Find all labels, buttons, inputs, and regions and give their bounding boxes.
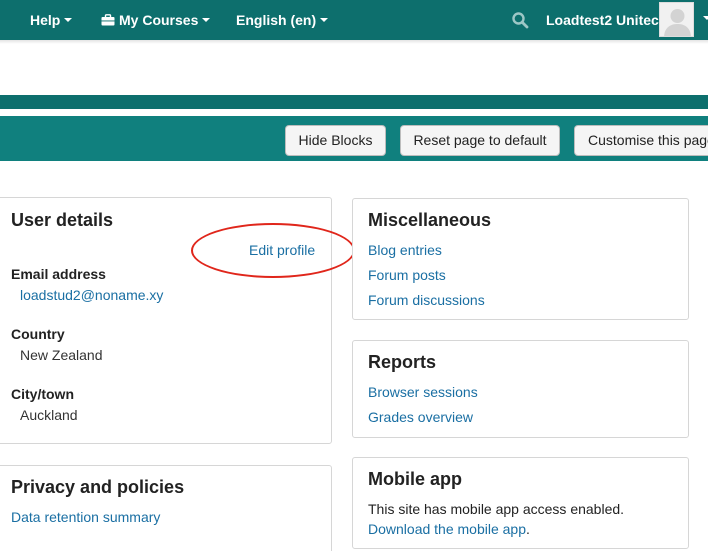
edit-profile-link[interactable]: Edit profile xyxy=(249,242,315,258)
reports-title: Reports xyxy=(368,352,437,372)
country-value: New Zealand xyxy=(20,347,103,363)
country-label: Country xyxy=(11,326,65,342)
email-label: Email address xyxy=(11,266,106,282)
city-value: Auckland xyxy=(20,407,78,423)
customise-page-button[interactable]: Customise this page xyxy=(574,125,708,156)
my-courses-menu[interactable]: My Courses xyxy=(101,0,211,40)
my-courses-label: My Courses xyxy=(119,12,199,28)
user-avatar-icon xyxy=(660,3,693,36)
user-name[interactable]: Loadtest2 Unitec xyxy=(546,0,659,40)
user-details-title: User details xyxy=(11,210,114,230)
briefcase-icon xyxy=(101,13,115,26)
avatar[interactable] xyxy=(659,2,694,37)
email-link[interactable]: loadstud2@noname.xy xyxy=(20,287,163,303)
privacy-title: Privacy and policies xyxy=(11,477,185,497)
mobile-app-description: This site has mobile app access enabled. xyxy=(368,501,625,517)
browser-sessions-link[interactable]: Browser sessions xyxy=(368,384,478,400)
download-period: . xyxy=(526,521,530,537)
city-label: City/town xyxy=(11,386,74,402)
chevron-down-icon xyxy=(64,18,73,23)
reset-page-button[interactable]: Reset page to default xyxy=(400,125,560,156)
language-menu[interactable]: English (en) xyxy=(236,0,329,40)
header-band xyxy=(0,95,708,109)
blog-entries-link[interactable]: Blog entries xyxy=(368,242,442,258)
miscellaneous-title: Miscellaneous xyxy=(368,210,492,230)
grades-overview-link[interactable]: Grades overview xyxy=(368,409,473,425)
mobile-app-title: Mobile app xyxy=(368,469,462,489)
language-label: English (en) xyxy=(236,12,317,28)
chevron-down-icon xyxy=(202,18,211,23)
chevron-down-icon xyxy=(320,18,329,23)
hide-blocks-button[interactable]: Hide Blocks xyxy=(285,125,386,156)
help-menu[interactable]: Help xyxy=(30,0,73,40)
forum-posts-link[interactable]: Forum posts xyxy=(368,267,446,283)
data-retention-link[interactable]: Data retention summary xyxy=(11,509,160,525)
download-mobile-app-link[interactable]: Download the mobile app xyxy=(368,521,526,537)
search-icon[interactable] xyxy=(511,11,529,29)
top-navbar: Help My Courses English (en) Loadtest2 U… xyxy=(0,0,708,40)
user-menu-chevron-icon[interactable] xyxy=(703,16,708,20)
mobile-app-download-line: Download the mobile app. xyxy=(368,521,530,537)
forum-discussions-link[interactable]: Forum discussions xyxy=(368,292,485,308)
navbar-shadow xyxy=(0,40,708,44)
help-menu-label: Help xyxy=(30,12,61,28)
